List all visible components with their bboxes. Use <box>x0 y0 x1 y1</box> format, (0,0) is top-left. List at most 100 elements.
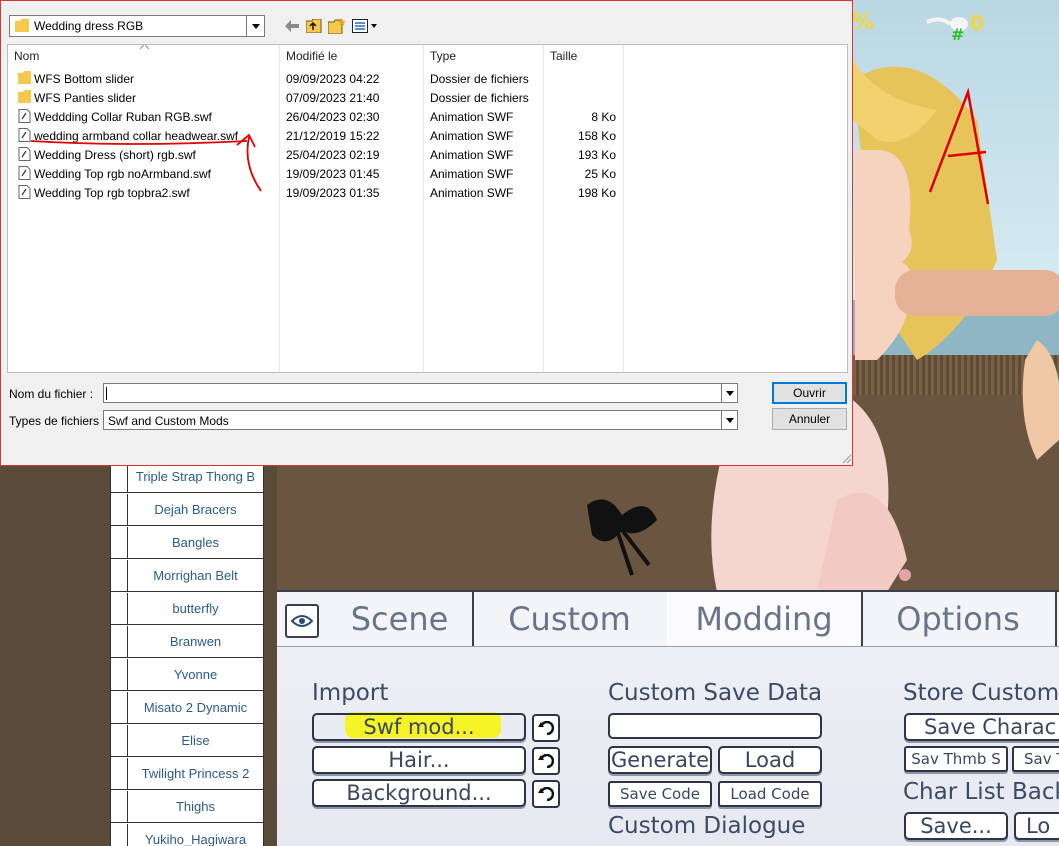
file-row[interactable]: WFS Bottom slider 09/09/2023 04:22 Dossier… <box>8 69 847 88</box>
file-row[interactable]: WFS Panties slider 07/09/2023 21:40 Dossie… <box>8 88 847 107</box>
mod-checkbox[interactable] <box>111 626 128 657</box>
hair-button[interactable]: Hair... <box>312 746 526 774</box>
mod-list-item[interactable]: Yvonne <box>111 659 263 691</box>
file-type: Animation SWF <box>430 167 514 181</box>
file-modified: 19/09/2023 01:45 <box>286 167 380 181</box>
undo-icon <box>538 787 554 801</box>
tab-scene[interactable]: Scene <box>277 592 474 646</box>
tab-custom-label: Custom <box>508 600 631 638</box>
view-menu-icon[interactable] <box>352 17 378 35</box>
mod-list-item[interactable]: Thighs <box>111 791 263 823</box>
mod-checkbox[interactable] <box>111 593 128 624</box>
file-modified: 25/04/2023 02:19 <box>286 148 380 162</box>
folder-combobox[interactable]: Wedding dress RGB <box>9 15 265 37</box>
chevron-down-icon[interactable] <box>721 411 737 429</box>
mod-checkbox[interactable] <box>111 560 128 591</box>
background-undo-button[interactable] <box>532 780 560 808</box>
mod-item-label: Elise <box>181 733 210 748</box>
chevron-down-icon[interactable] <box>721 384 737 402</box>
mod-checkbox[interactable] <box>111 791 128 822</box>
mod-item-label: Yukiho_Hagiwara <box>144 832 247 846</box>
tab-modding[interactable]: Modding <box>667 592 863 646</box>
open-button[interactable]: Ouvrir <box>772 382 847 404</box>
mod-item-label: Bangles <box>172 535 219 550</box>
mod-list-item[interactable]: Bangles <box>111 527 263 559</box>
file-size: 25 Ko <box>584 167 616 181</box>
eye-icon[interactable] <box>285 604 319 638</box>
custom-save-input[interactable] <box>608 713 822 739</box>
file-row[interactable]: Weddding Collar Ruban RGB.swf 26/04/2023 … <box>8 107 847 126</box>
mod-item-label: Yvonne <box>173 667 218 682</box>
file-modified: 26/04/2023 02:30 <box>286 110 380 124</box>
mod-list-item[interactable]: Twilight Princess 2 <box>111 758 263 790</box>
mod-list-item[interactable]: Branwen <box>111 626 263 658</box>
file-size: 8 Ko <box>591 110 616 124</box>
column-header-modified[interactable]: Modifié le <box>286 49 337 63</box>
mod-list-item[interactable]: butterfly <box>111 593 263 625</box>
sav-t-button[interactable]: Sav T <box>1012 746 1059 772</box>
mod-checkbox[interactable] <box>111 527 128 558</box>
mod-list-item[interactable]: Yukiho_Hagiwara <box>111 824 263 846</box>
open-file-dialog: Wedding dress RGB Nom Modifié le Type Ta… <box>0 0 853 466</box>
file-modified: 07/09/2023 21:40 <box>286 91 380 105</box>
tab-custom[interactable]: Custom <box>472 592 669 646</box>
load-list-button[interactable]: Lo <box>1014 812 1059 840</box>
back-arrow-icon[interactable] <box>283 17 301 35</box>
file-list-view: Nom Modifié le Type Taille WFS Bottom sl… <box>7 44 848 373</box>
folder-icon <box>18 71 31 84</box>
sav-thmb-s-button[interactable]: Sav Thmb S <box>904 746 1008 772</box>
filename-combobox[interactable] <box>103 383 738 403</box>
char-list-backup-title: Char List Backu <box>903 779 1059 805</box>
cancel-button[interactable]: Annuler <box>772 408 847 430</box>
undo-icon <box>538 754 554 768</box>
mod-checkbox[interactable] <box>111 758 128 789</box>
file-type: Dossier de fichiers <box>430 91 529 105</box>
swf-file-icon <box>18 109 31 123</box>
mod-item-label: Twilight Princess 2 <box>141 766 250 781</box>
generate-button[interactable]: Generate <box>608 746 712 774</box>
chevron-down-icon[interactable] <box>246 16 264 36</box>
swf-undo-button[interactable] <box>532 714 560 742</box>
mod-checkbox[interactable] <box>111 725 128 756</box>
mod-item-label: butterfly <box>172 601 219 616</box>
file-modified: 19/09/2023 01:35 <box>286 186 380 200</box>
import-title: Import <box>312 680 389 706</box>
mod-item-label: Morrighan Belt <box>153 568 238 583</box>
mod-list-item[interactable]: Elise <box>111 725 263 757</box>
background-button[interactable]: Background... <box>312 779 526 807</box>
column-header-size[interactable]: Taille <box>550 49 577 63</box>
mod-checkbox[interactable] <box>111 824 128 846</box>
hair-undo-button[interactable] <box>532 747 560 775</box>
filetype-combobox[interactable]: Swf and Custom Mods <box>103 410 738 430</box>
file-modified: 09/09/2023 04:22 <box>286 72 380 86</box>
mod-list-item[interactable]: Misato 2 Dynamic <box>111 692 263 724</box>
file-type: Animation SWF <box>430 129 514 143</box>
hud-count: 0 <box>970 11 984 35</box>
mod-list-item[interactable]: Dejah Bracers <box>111 494 263 526</box>
tab-options-label: Options <box>896 600 1020 638</box>
mod-list-item[interactable]: Morrighan Belt <box>111 560 263 592</box>
save-code-button[interactable]: Save Code <box>608 781 712 807</box>
load-code-button[interactable]: Load Code <box>718 781 822 807</box>
swf-mod-button[interactable]: Swf mod... <box>312 713 526 741</box>
mod-checkbox[interactable] <box>111 692 128 723</box>
mod-checkbox[interactable] <box>111 494 128 525</box>
file-name: Weddding Collar Ruban RGB.swf <box>34 110 212 124</box>
up-folder-icon[interactable] <box>305 17 323 35</box>
mod-item-label: Misato 2 Dynamic <box>143 700 248 715</box>
column-header-name[interactable]: Nom <box>14 49 39 63</box>
custom-save-title: Custom Save Data <box>608 680 823 706</box>
tab-options[interactable]: Options <box>861 592 1057 646</box>
load-button[interactable]: Load <box>718 746 822 774</box>
resize-grip-icon[interactable] <box>841 453 852 464</box>
mod-list: Triple Strap Thong B Dejah Bracers Bangles… <box>110 460 264 846</box>
file-size: 158 Ko <box>577 129 616 143</box>
new-folder-icon[interactable] <box>328 17 346 35</box>
column-header-type[interactable]: Type <box>430 49 456 63</box>
save-character-button[interactable]: Save Charac <box>904 713 1059 741</box>
mod-checkbox[interactable] <box>111 659 128 690</box>
filetype-label: Types de fichiers : <box>9 414 106 428</box>
save-list-button[interactable]: Save... <box>904 812 1008 840</box>
annotation-arrow <box>30 133 262 192</box>
file-type: Animation SWF <box>430 186 514 200</box>
